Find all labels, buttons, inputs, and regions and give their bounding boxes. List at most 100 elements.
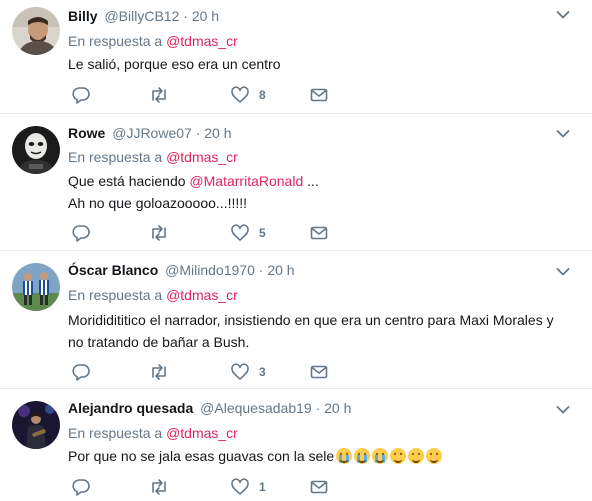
- reply-mention-link[interactable]: @tdmas_cr: [166, 287, 238, 303]
- reply-mention-link[interactable]: @tdmas_cr: [166, 425, 238, 441]
- retweet-icon: [152, 225, 166, 241]
- man-portrait-avatar-icon: [12, 7, 60, 55]
- tweet-text-line: Que está haciendo @MatarritaRonald ...: [68, 170, 568, 192]
- reply-button[interactable]: [71, 477, 91, 497]
- masked-figure-avatar-icon: [12, 126, 60, 174]
- tweet-text-line: no tratando de bañar a Bush.: [68, 334, 250, 350]
- text-mention-link[interactable]: @MatarritaRonald: [189, 173, 303, 189]
- user-handle[interactable]: @JJRowe07: [112, 125, 192, 141]
- display-name[interactable]: Alejandro quesada: [68, 400, 193, 416]
- reply-context: En respuesta a @tdmas_cr: [68, 31, 238, 51]
- tweet-text: Que está haciendo @MatarritaRonald ... A…: [68, 170, 568, 214]
- chevron-down-icon[interactable]: [556, 10, 570, 20]
- like-count: 3: [259, 365, 266, 379]
- display-name[interactable]: Rowe: [68, 125, 105, 141]
- avatar[interactable]: [12, 263, 60, 311]
- like-button[interactable]: 3: [230, 362, 266, 382]
- grinning-face-icon: [426, 448, 443, 464]
- action-bar: 1: [68, 477, 368, 497]
- like-count: 8: [259, 88, 266, 102]
- tweet-card[interactable]: Rowe @JJRowe07 · 20 h En respuesta a @td…: [0, 114, 592, 251]
- user-handle[interactable]: @BillyCB12: [104, 8, 179, 24]
- avatar[interactable]: [12, 7, 60, 55]
- tweet-header: Rowe @JJRowe07 · 20 h: [68, 123, 232, 143]
- reply-prefix: En respuesta a: [68, 149, 163, 165]
- tweet-text-prefix: Que está haciendo: [68, 173, 190, 189]
- timestamp[interactable]: 20 h: [324, 400, 351, 416]
- action-bar: 3: [68, 362, 368, 382]
- retweet-button[interactable]: [149, 477, 169, 497]
- crying-face-icon: [336, 448, 353, 464]
- heart-icon: [231, 478, 249, 495]
- direct-message-button[interactable]: [309, 362, 329, 382]
- tweet-text: Por que no se jala esas guavas con la se…: [68, 445, 568, 467]
- tweet-text-line: Por que no se jala esas guavas con la se…: [68, 448, 335, 464]
- display-name[interactable]: Billy: [68, 8, 98, 24]
- retweet-button[interactable]: [149, 85, 169, 105]
- timestamp[interactable]: 20 h: [204, 125, 231, 141]
- crying-face-icon: [354, 448, 371, 464]
- heart-icon: [231, 224, 249, 241]
- crying-face-icon: [372, 448, 389, 464]
- tweet-header: Alejandro quesada @Alequesadab19 · 20 h: [68, 398, 351, 418]
- like-button[interactable]: 1: [230, 477, 266, 497]
- reply-context: En respuesta a @tdmas_cr: [68, 285, 238, 305]
- tweet-text-line: Ah no que goloazooooo...!!!!!: [68, 195, 248, 211]
- like-button[interactable]: 8: [230, 85, 266, 105]
- display-name[interactable]: Óscar Blanco: [68, 262, 158, 278]
- tweet-card[interactable]: Alejandro quesada @Alequesadab19 · 20 h …: [0, 389, 592, 501]
- retweet-icon: [152, 364, 166, 380]
- reply-mention-link[interactable]: @tdmas_cr: [166, 33, 238, 49]
- timestamp[interactable]: 20 h: [267, 262, 294, 278]
- like-count: 1: [259, 480, 266, 494]
- reply-button[interactable]: [71, 85, 91, 105]
- heart-icon: [231, 86, 249, 103]
- envelope-icon: [310, 480, 328, 494]
- action-bar: 5: [68, 223, 368, 243]
- reply-button[interactable]: [71, 362, 91, 382]
- reply-prefix: En respuesta a: [68, 425, 163, 441]
- envelope-icon: [310, 88, 328, 102]
- tweet-header: Billy @BillyCB12 · 20 h: [68, 6, 219, 26]
- envelope-icon: [310, 365, 328, 379]
- tweet-text: Morididititico el narrador, insistiendo …: [68, 309, 578, 353]
- concert-avatar-icon: [12, 401, 60, 449]
- tweet-header: Óscar Blanco @Milindo1970 · 20 h: [68, 260, 295, 280]
- chevron-down-icon[interactable]: [556, 405, 570, 415]
- direct-message-button[interactable]: [309, 477, 329, 497]
- chevron-down-icon[interactable]: [556, 267, 570, 277]
- reply-context: En respuesta a @tdmas_cr: [68, 423, 238, 443]
- tweet-card[interactable]: Óscar Blanco @Milindo1970 · 20 h En resp…: [0, 251, 592, 389]
- avatar[interactable]: [12, 126, 60, 174]
- separator-dot: ·: [258, 262, 264, 278]
- retweet-button[interactable]: [149, 223, 169, 243]
- reply-feed: Billy @BillyCB12 · 20 h En respuesta a @…: [0, 0, 592, 501]
- tweet-card[interactable]: Billy @BillyCB12 · 20 h En respuesta a @…: [0, 0, 592, 114]
- reply-icon: [72, 364, 90, 381]
- reply-button[interactable]: [71, 223, 91, 243]
- separator-dot: ·: [315, 400, 321, 416]
- tweet-text: Le salió, porque eso era un centro: [68, 53, 568, 75]
- direct-message-button[interactable]: [309, 223, 329, 243]
- user-handle[interactable]: @Alequesadab19: [200, 400, 312, 416]
- grinning-face-icon: [390, 448, 407, 464]
- heart-icon: [231, 363, 249, 380]
- retweet-icon: [152, 87, 166, 103]
- reply-mention-link[interactable]: @tdmas_cr: [166, 149, 238, 165]
- reply-prefix: En respuesta a: [68, 33, 163, 49]
- avatar[interactable]: [12, 401, 60, 449]
- tweet-text-line: Morididititico el narrador, insistiendo …: [68, 312, 554, 328]
- reply-context: En respuesta a @tdmas_cr: [68, 147, 238, 167]
- timestamp[interactable]: 20 h: [192, 8, 219, 24]
- grinning-face-icon: [408, 448, 425, 464]
- retweet-button[interactable]: [149, 362, 169, 382]
- separator-dot: ·: [195, 125, 201, 141]
- soccer-players-avatar-icon: [12, 263, 60, 311]
- reply-prefix: En respuesta a: [68, 287, 163, 303]
- separator-dot: ·: [183, 8, 188, 24]
- user-handle[interactable]: @Milindo1970: [165, 262, 255, 278]
- like-button[interactable]: 5: [230, 223, 266, 243]
- direct-message-button[interactable]: [309, 85, 329, 105]
- reply-icon: [72, 225, 90, 242]
- chevron-down-icon[interactable]: [556, 129, 570, 139]
